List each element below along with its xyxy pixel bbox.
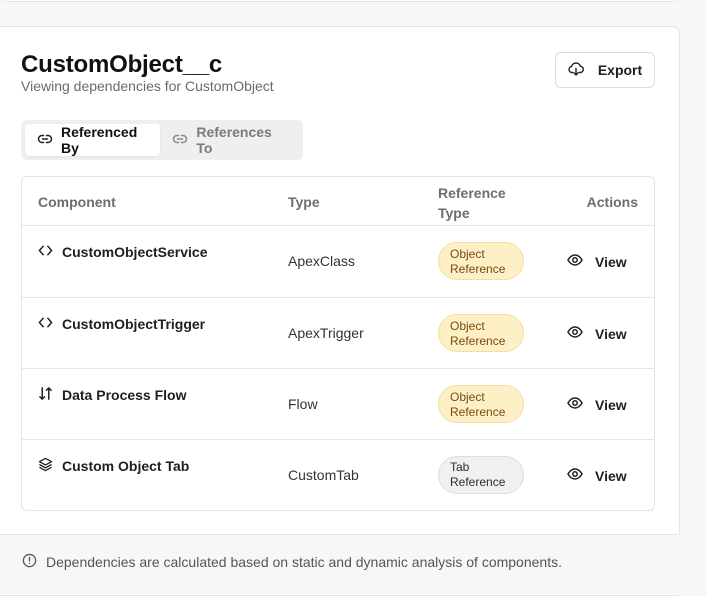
component-cell: Data Process Flow	[38, 386, 187, 404]
layers-icon	[38, 457, 53, 475]
reference-type-badge: Tab Reference	[438, 456, 524, 494]
link-icon	[37, 131, 53, 150]
type-cell: ApexTrigger	[288, 325, 364, 341]
footer-note-text: Dependencies are calculated based on sta…	[46, 554, 562, 570]
dependencies-card: CustomObject__c Viewing dependencies for…	[0, 26, 680, 596]
eye-icon	[567, 395, 583, 414]
dependencies-table: Component Type Reference Type Actions Cu…	[21, 176, 655, 511]
eye-icon	[567, 466, 583, 485]
reference-type-badge: Object Reference	[438, 385, 524, 423]
previous-card-edge	[0, 0, 680, 2]
component-name: Data Process Flow	[62, 387, 187, 403]
link-icon	[172, 131, 188, 150]
code-icon	[38, 243, 53, 261]
reference-type-badge: Object Reference	[438, 314, 524, 352]
table-row: CustomObjectService ApexClass Object Ref…	[22, 226, 654, 298]
view-button[interactable]: View	[567, 395, 627, 414]
table-row: Data Process Flow Flow Object Reference …	[22, 369, 654, 440]
cloud-download-icon	[568, 61, 584, 80]
flow-arrows-icon	[38, 386, 53, 404]
export-label: Export	[597, 62, 643, 78]
component-cell: CustomObjectTrigger	[38, 315, 205, 333]
component-name: Custom Object Tab	[62, 458, 190, 474]
view-label: View	[595, 467, 627, 484]
table-row: CustomObjectTrigger ApexTrigger Object R…	[22, 298, 654, 369]
view-label: View	[595, 325, 627, 342]
eye-icon	[567, 252, 583, 271]
view-label: View	[595, 253, 627, 270]
eye-icon	[567, 324, 583, 343]
table-row: Custom Object Tab CustomTab Tab Referenc…	[22, 440, 654, 510]
view-button[interactable]: View	[567, 252, 627, 271]
tab-label: References To	[196, 124, 272, 156]
tab-references-to[interactable]: References To	[160, 124, 299, 156]
tab-bar: Referenced By References To	[21, 120, 303, 160]
page-title: CustomObject__c	[21, 51, 223, 78]
column-header-type: Type	[288, 194, 320, 210]
page-subtitle: Viewing dependencies for CustomObject	[21, 78, 274, 94]
view-button[interactable]: View	[567, 466, 627, 485]
info-footer: Dependencies are calculated based on sta…	[0, 534, 680, 594]
code-icon	[38, 315, 53, 333]
component-cell: Custom Object Tab	[38, 457, 189, 475]
export-button[interactable]: Export	[555, 52, 655, 88]
view-label: View	[595, 396, 627, 413]
footer-note: Dependencies are calculated based on sta…	[22, 553, 562, 571]
table-header: Component Type Reference Type Actions	[22, 177, 654, 226]
component-name: CustomObjectTrigger	[62, 316, 206, 332]
reference-type-badge: Object Reference	[438, 242, 524, 280]
type-cell: Flow	[288, 396, 318, 412]
component-name: CustomObjectService	[62, 244, 208, 260]
info-icon	[22, 553, 37, 571]
column-header-component: Component	[38, 194, 116, 210]
column-header-reference-type: Reference Type	[438, 185, 506, 221]
tab-label: Referenced By	[61, 124, 138, 156]
component-cell: CustomObjectService	[38, 243, 208, 261]
tab-referenced-by[interactable]: Referenced By	[25, 124, 161, 156]
type-cell: CustomTab	[288, 467, 359, 483]
view-button[interactable]: View	[567, 324, 627, 343]
column-header-actions: Actions	[586, 194, 638, 210]
type-cell: ApexClass	[288, 253, 355, 269]
